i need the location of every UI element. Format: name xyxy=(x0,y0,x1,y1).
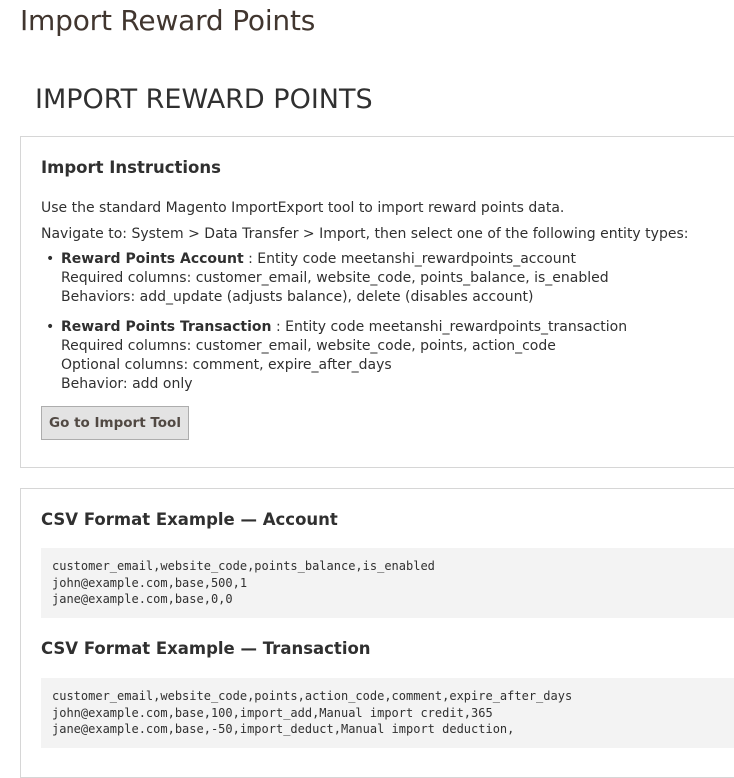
page-title: Import Reward Points xyxy=(20,4,316,37)
entity-code: : Entity code meetanshi_rewardpoints_acc… xyxy=(243,251,576,267)
section-title: IMPORT REWARD POINTS xyxy=(35,84,373,115)
csv-transaction-code-block: customer_email,website_code,points,actio… xyxy=(41,678,734,748)
entity-required-columns: Required columns: customer_email, websit… xyxy=(61,270,609,286)
csv-account-heading: CSV Format Example — Account xyxy=(41,510,338,529)
bullet-icon: • xyxy=(46,319,55,335)
csv-transaction-heading: CSV Format Example — Transaction xyxy=(41,639,371,658)
entity-required-columns: Required columns: customer_email, websit… xyxy=(61,338,556,354)
entity-item-account: • Reward Points Account : Entity code me… xyxy=(41,250,609,307)
entity-optional-columns: Optional columns: comment, expire_after_… xyxy=(61,357,392,373)
entity-title-line: Reward Points Transaction : Entity code … xyxy=(61,318,627,337)
bullet-icon: • xyxy=(46,251,55,267)
import-instructions-panel: Import Instructions Use the standard Mag… xyxy=(20,136,734,468)
instructions-navigate: Navigate to: System > Data Transfer > Im… xyxy=(41,226,689,242)
entity-code: : Entity code meetanshi_rewardpoints_tra… xyxy=(271,319,628,335)
go-to-import-tool-button[interactable]: Go to Import Tool xyxy=(41,406,189,440)
csv-account-code-block: customer_email,website_code,points_balan… xyxy=(41,548,734,618)
entity-item-transaction: • Reward Points Transaction : Entity cod… xyxy=(41,318,627,394)
instructions-intro: Use the standard Magento ImportExport to… xyxy=(41,200,565,216)
csv-format-panel: CSV Format Example — Account customer_em… xyxy=(20,488,734,778)
entity-behaviors: Behaviors: add_update (adjusts balance),… xyxy=(61,289,534,305)
instructions-heading: Import Instructions xyxy=(41,158,221,177)
entity-title-line: Reward Points Account : Entity code meet… xyxy=(61,250,609,269)
entity-name: Reward Points Account xyxy=(61,251,244,267)
entity-behavior: Behavior: add only xyxy=(61,376,193,392)
entity-name: Reward Points Transaction xyxy=(61,319,272,335)
